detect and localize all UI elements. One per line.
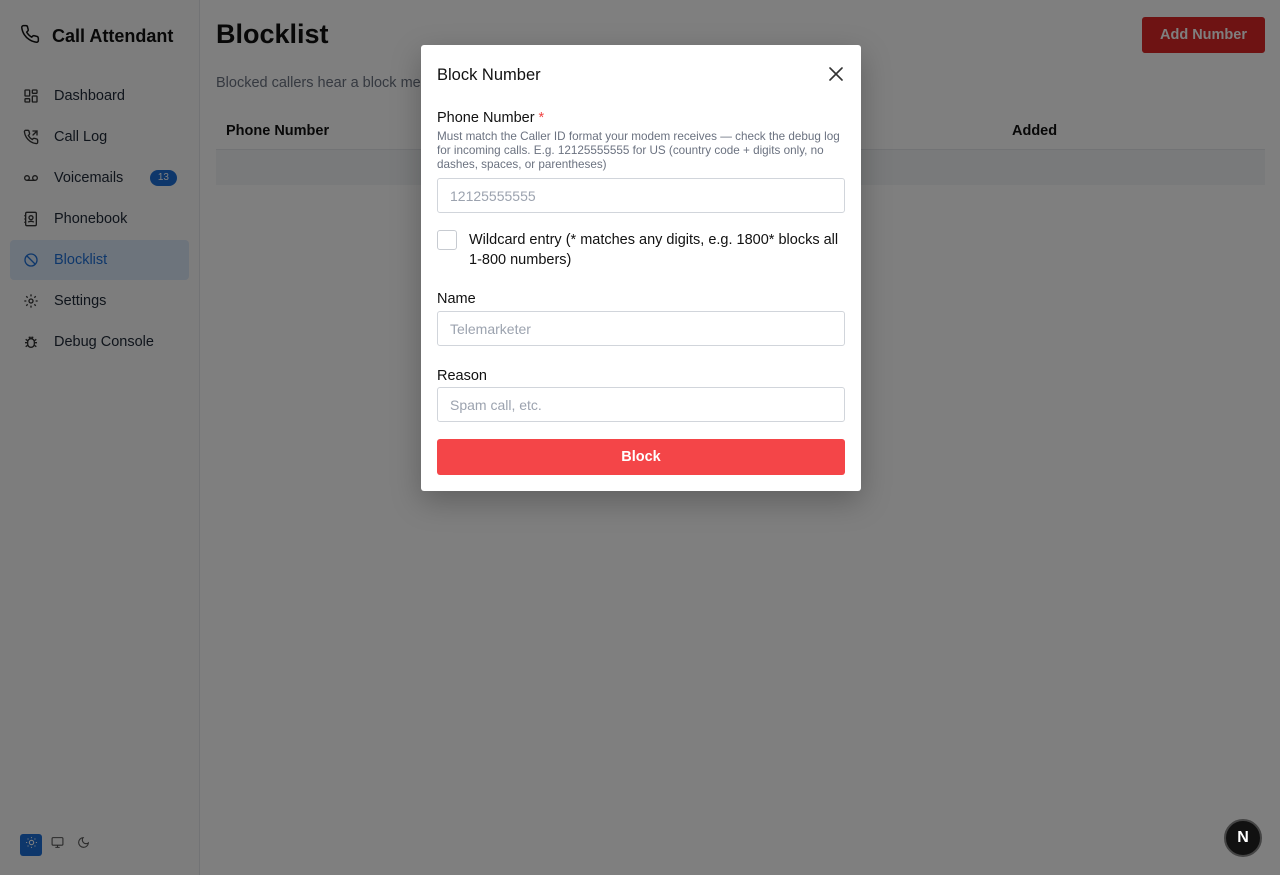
name-input[interactable] bbox=[437, 311, 845, 346]
reason-label: Reason bbox=[437, 368, 487, 384]
phone-number-label: Phone Number * bbox=[437, 110, 544, 126]
phone-number-help-text: Must match the Caller ID format your mod… bbox=[437, 130, 840, 171]
phone-number-input[interactable] bbox=[437, 178, 845, 213]
phone-number-label-text: Phone Number bbox=[437, 110, 535, 126]
block-button[interactable]: Block bbox=[437, 439, 845, 475]
block-number-dialog: Block Number Phone Number * Must match th… bbox=[421, 45, 861, 491]
wildcard-label[interactable]: Wildcard entry (* matches any digits, e.… bbox=[469, 230, 849, 270]
wildcard-checkbox[interactable] bbox=[437, 230, 457, 250]
close-button[interactable] bbox=[825, 65, 847, 87]
close-icon bbox=[829, 66, 843, 86]
dialog-title: Block Number bbox=[437, 66, 541, 84]
name-label: Name bbox=[437, 291, 476, 307]
dev-tools-badge[interactable]: N bbox=[1224, 819, 1262, 857]
reason-input[interactable] bbox=[437, 387, 845, 422]
required-mark: * bbox=[538, 110, 545, 126]
